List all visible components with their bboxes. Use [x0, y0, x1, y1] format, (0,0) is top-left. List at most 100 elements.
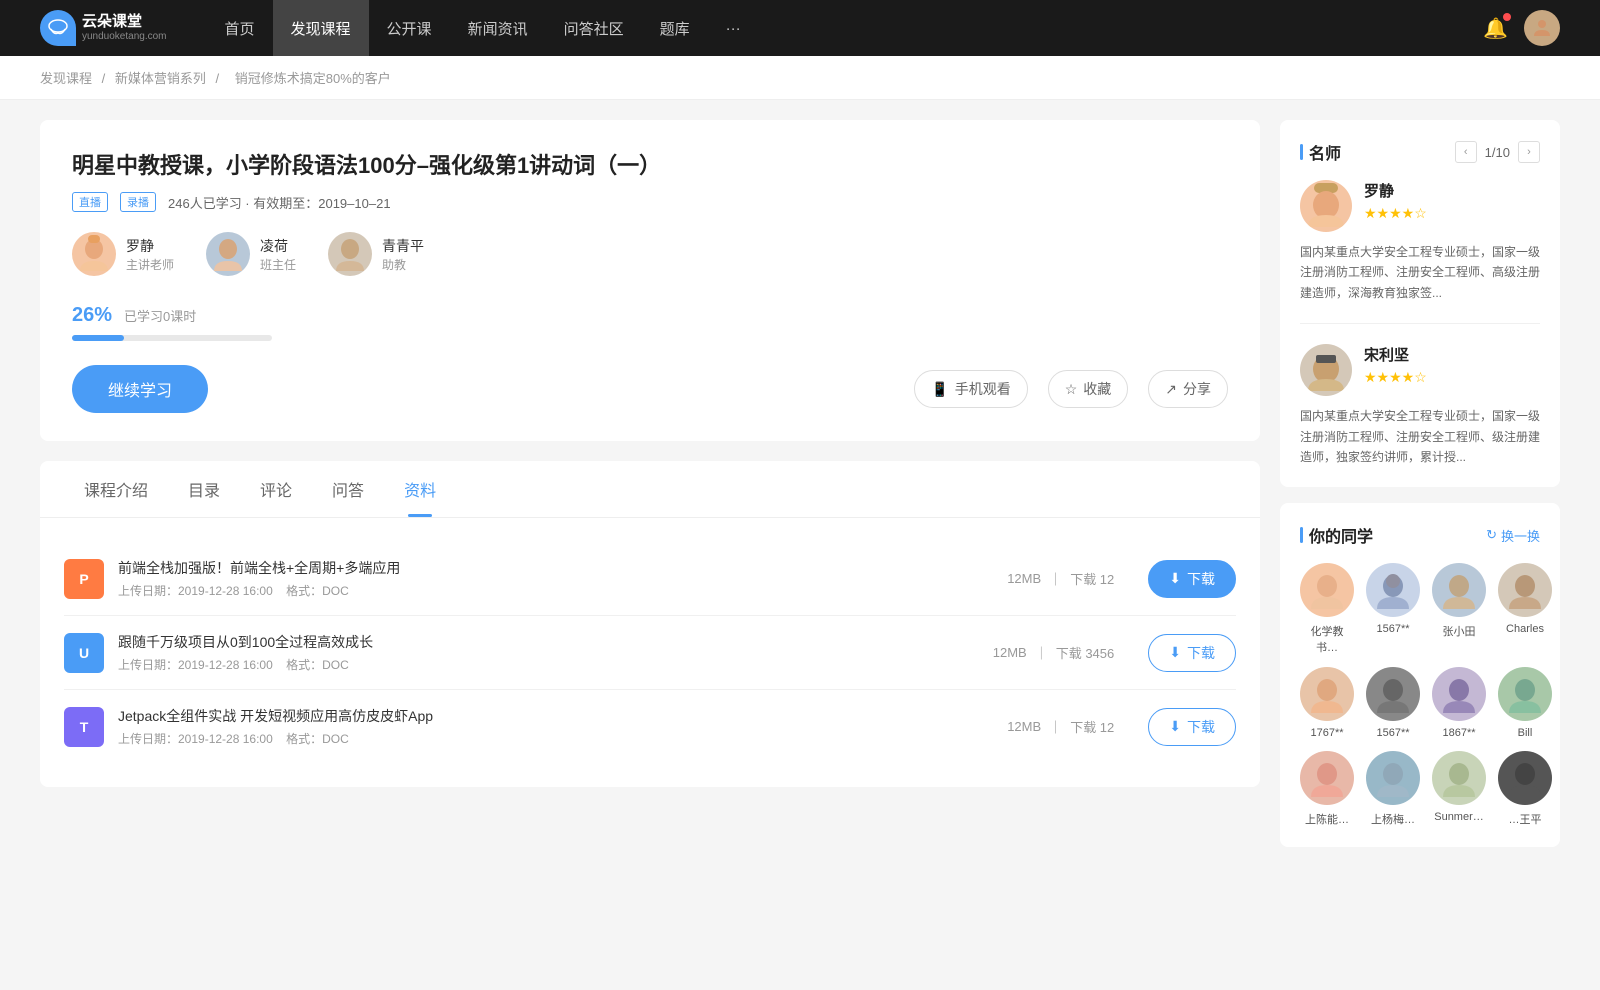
- download-label-1: 下载: [1187, 569, 1215, 589]
- sidebar-teacher-name-1: 罗静: [1364, 180, 1427, 201]
- classmate-name-7: 1867**: [1442, 727, 1475, 739]
- logo[interactable]: 云朵课堂 yunduoketang.com: [40, 10, 167, 46]
- download-button-3[interactable]: ⬇ 下载: [1148, 708, 1236, 746]
- tab-intro[interactable]: 课程介绍: [64, 461, 168, 517]
- classmate-4[interactable]: Charles: [1498, 563, 1552, 655]
- classmate-6[interactable]: 1567**: [1366, 667, 1420, 739]
- panel-title-teachers: 名师: [1300, 140, 1341, 164]
- progress-section: 26% 已学习0课时: [72, 304, 1228, 341]
- teachers-panel: 名师 ‹ 1/10 ›: [1280, 120, 1560, 487]
- teacher-info-1: 罗静 主讲老师: [126, 236, 174, 273]
- share-button[interactable]: ↗ 分享: [1148, 370, 1228, 408]
- file-info-3: Jetpack全组件实战 开发短视频应用高仿皮皮虾App 上传日期：2019-1…: [118, 706, 993, 747]
- refresh-button[interactable]: ↻ 换一换: [1486, 526, 1540, 545]
- bell-icon[interactable]: 🔔: [1483, 16, 1508, 41]
- teacher-avatar-2: [206, 232, 250, 276]
- teacher-role-1: 主讲老师: [126, 256, 174, 273]
- classmate-12[interactable]: …王平: [1498, 751, 1552, 827]
- teacher-info-3: 青青平 助教: [382, 236, 424, 273]
- download-label-3: 下载: [1187, 717, 1215, 737]
- course-card: 明星中教授课，小学阶段语法100分–强化级第1讲动词（一） 直播 录播 246人…: [40, 120, 1260, 441]
- teachers-list: 罗静 主讲老师 凌荷 班主任: [72, 232, 1228, 276]
- course-meta: 直播 录播 246人已学习 · 有效期至：2019–10–21: [72, 192, 1228, 212]
- sidebar-teacher-avatar-1: [1300, 180, 1352, 232]
- classmate-10[interactable]: 上杨梅…: [1366, 751, 1420, 827]
- course-title: 明星中教授课，小学阶段语法100分–强化级第1讲动词（一）: [72, 148, 1228, 180]
- page-info: 1/10: [1485, 145, 1510, 160]
- nav-item-more[interactable]: ···: [708, 0, 759, 56]
- classmates-panel: 你的同学 ↻ 换一换 化学教书… 1567**: [1280, 503, 1560, 847]
- teacher-avatar-1: [72, 232, 116, 276]
- mobile-watch-button[interactable]: 📱 手机观看: [914, 370, 1027, 408]
- refresh-icon: ↻: [1486, 527, 1497, 543]
- teacher-name-2: 凌荷: [260, 236, 296, 256]
- download-button-2[interactable]: ⬇ 下载: [1148, 634, 1236, 672]
- file-icon-1: P: [64, 559, 104, 599]
- file-icon-2: U: [64, 633, 104, 673]
- breadcrumb-sep1: /: [102, 71, 109, 86]
- tab-review[interactable]: 评论: [240, 461, 312, 517]
- classmate-5[interactable]: 1767**: [1300, 667, 1354, 739]
- mobile-icon: 📱: [931, 381, 948, 398]
- nav-item-news[interactable]: 新闻资讯: [450, 0, 546, 56]
- tab-qa[interactable]: 问答: [312, 461, 384, 517]
- classmate-avatar-12: [1498, 751, 1552, 805]
- file-stats-1: 12MB ｜ 下载 12: [1007, 569, 1114, 588]
- classmate-11[interactable]: Sunmer…: [1432, 751, 1486, 827]
- classmate-name-6: 1567**: [1376, 727, 1409, 739]
- classmate-7[interactable]: 1867**: [1432, 667, 1486, 739]
- tag-live: 直播: [72, 192, 108, 212]
- sidebar-teacher-stars-1: ★★★★☆: [1364, 205, 1427, 222]
- star-icon: ☆: [1065, 381, 1078, 398]
- continue-button[interactable]: 继续学习: [72, 365, 208, 413]
- nav-item-qa[interactable]: 问答社区: [546, 0, 642, 56]
- file-meta-2: 上传日期：2019-12-28 16:00 格式：DOC: [118, 656, 979, 673]
- classmate-name-12: …王平: [1509, 811, 1542, 827]
- nav-right: 🔔: [1483, 10, 1560, 46]
- classmate-avatar-1: [1300, 563, 1354, 617]
- file-name-2: 跟随千万级项目从0到100全过程高效成长: [118, 632, 979, 652]
- refresh-label: 换一换: [1501, 526, 1540, 545]
- navbar: 云朵课堂 yunduoketang.com 首页 发现课程 公开课 新闻资讯 问…: [0, 0, 1600, 56]
- teacher-2: 凌荷 班主任: [206, 232, 296, 276]
- tab-materials[interactable]: 资料: [384, 461, 456, 517]
- progress-label: 已学习0课时: [124, 306, 196, 325]
- sidebar-teacher-avatar-2: [1300, 344, 1352, 396]
- tabs-nav: 课程介绍 目录 评论 问答 资料: [40, 461, 1260, 518]
- nav-item-open[interactable]: 公开课: [369, 0, 450, 56]
- classmate-2[interactable]: 1567**: [1366, 563, 1420, 655]
- collect-button[interactable]: ☆ 收藏: [1048, 370, 1129, 408]
- classmate-9[interactable]: 上陈能…: [1300, 751, 1354, 827]
- classmate-name-8: Bill: [1518, 727, 1533, 739]
- teacher-role-3: 助教: [382, 256, 424, 273]
- download-label-2: 下载: [1187, 643, 1215, 663]
- classmate-8[interactable]: Bill: [1498, 667, 1552, 739]
- download-icon-1: ⬇: [1169, 570, 1181, 587]
- classmate-avatar-5: [1300, 667, 1354, 721]
- user-avatar[interactable]: [1524, 10, 1560, 46]
- breadcrumb-link-discover[interactable]: 发现课程: [40, 71, 92, 86]
- tab-catalog[interactable]: 目录: [168, 461, 240, 517]
- classmate-avatar-3: [1432, 563, 1486, 617]
- content-area: 明星中教授课，小学阶段语法100分–强化级第1讲动词（一） 直播 录播 246人…: [40, 120, 1260, 863]
- share-icon: ↗: [1165, 381, 1177, 398]
- breadcrumb-link-series[interactable]: 新媒体营销系列: [115, 71, 206, 86]
- classmate-1[interactable]: 化学教书…: [1300, 563, 1354, 655]
- download-icon-2: ⬇: [1169, 644, 1181, 661]
- sidebar-teacher-2: 宋利坚 ★★★★☆ 国内某重点大学安全工程专业硕士，国家一级注册消防工程师、注册…: [1300, 344, 1540, 467]
- teacher-1: 罗静 主讲老师: [72, 232, 174, 276]
- nav-prev-arrow[interactable]: ‹: [1455, 141, 1477, 163]
- nav-item-home[interactable]: 首页: [207, 0, 273, 56]
- panel-title-classmates: 你的同学: [1300, 523, 1373, 547]
- file-name-1: 前端全栈加强版！前端全栈+全周期+多端应用: [118, 558, 993, 578]
- mobile-watch-label: 手机观看: [955, 379, 1011, 399]
- download-button-1[interactable]: ⬇ 下载: [1148, 560, 1236, 598]
- file-info-2: 跟随千万级项目从0到100全过程高效成长 上传日期：2019-12-28 16:…: [118, 632, 979, 673]
- classmate-3[interactable]: 张小田: [1432, 563, 1486, 655]
- nav-item-questions[interactable]: 题库: [642, 0, 708, 56]
- sidebar-teacher-1: 罗静 ★★★★☆ 国内某重点大学安全工程专业硕士，国家一级注册消防工程师、注册安…: [1300, 180, 1540, 324]
- nav-item-discover[interactable]: 发现课程: [273, 0, 369, 56]
- nav-next-arrow[interactable]: ›: [1518, 141, 1540, 163]
- file-meta-1: 上传日期：2019-12-28 16:00 格式：DOC: [118, 582, 993, 599]
- progress-bar-fill: [72, 335, 124, 341]
